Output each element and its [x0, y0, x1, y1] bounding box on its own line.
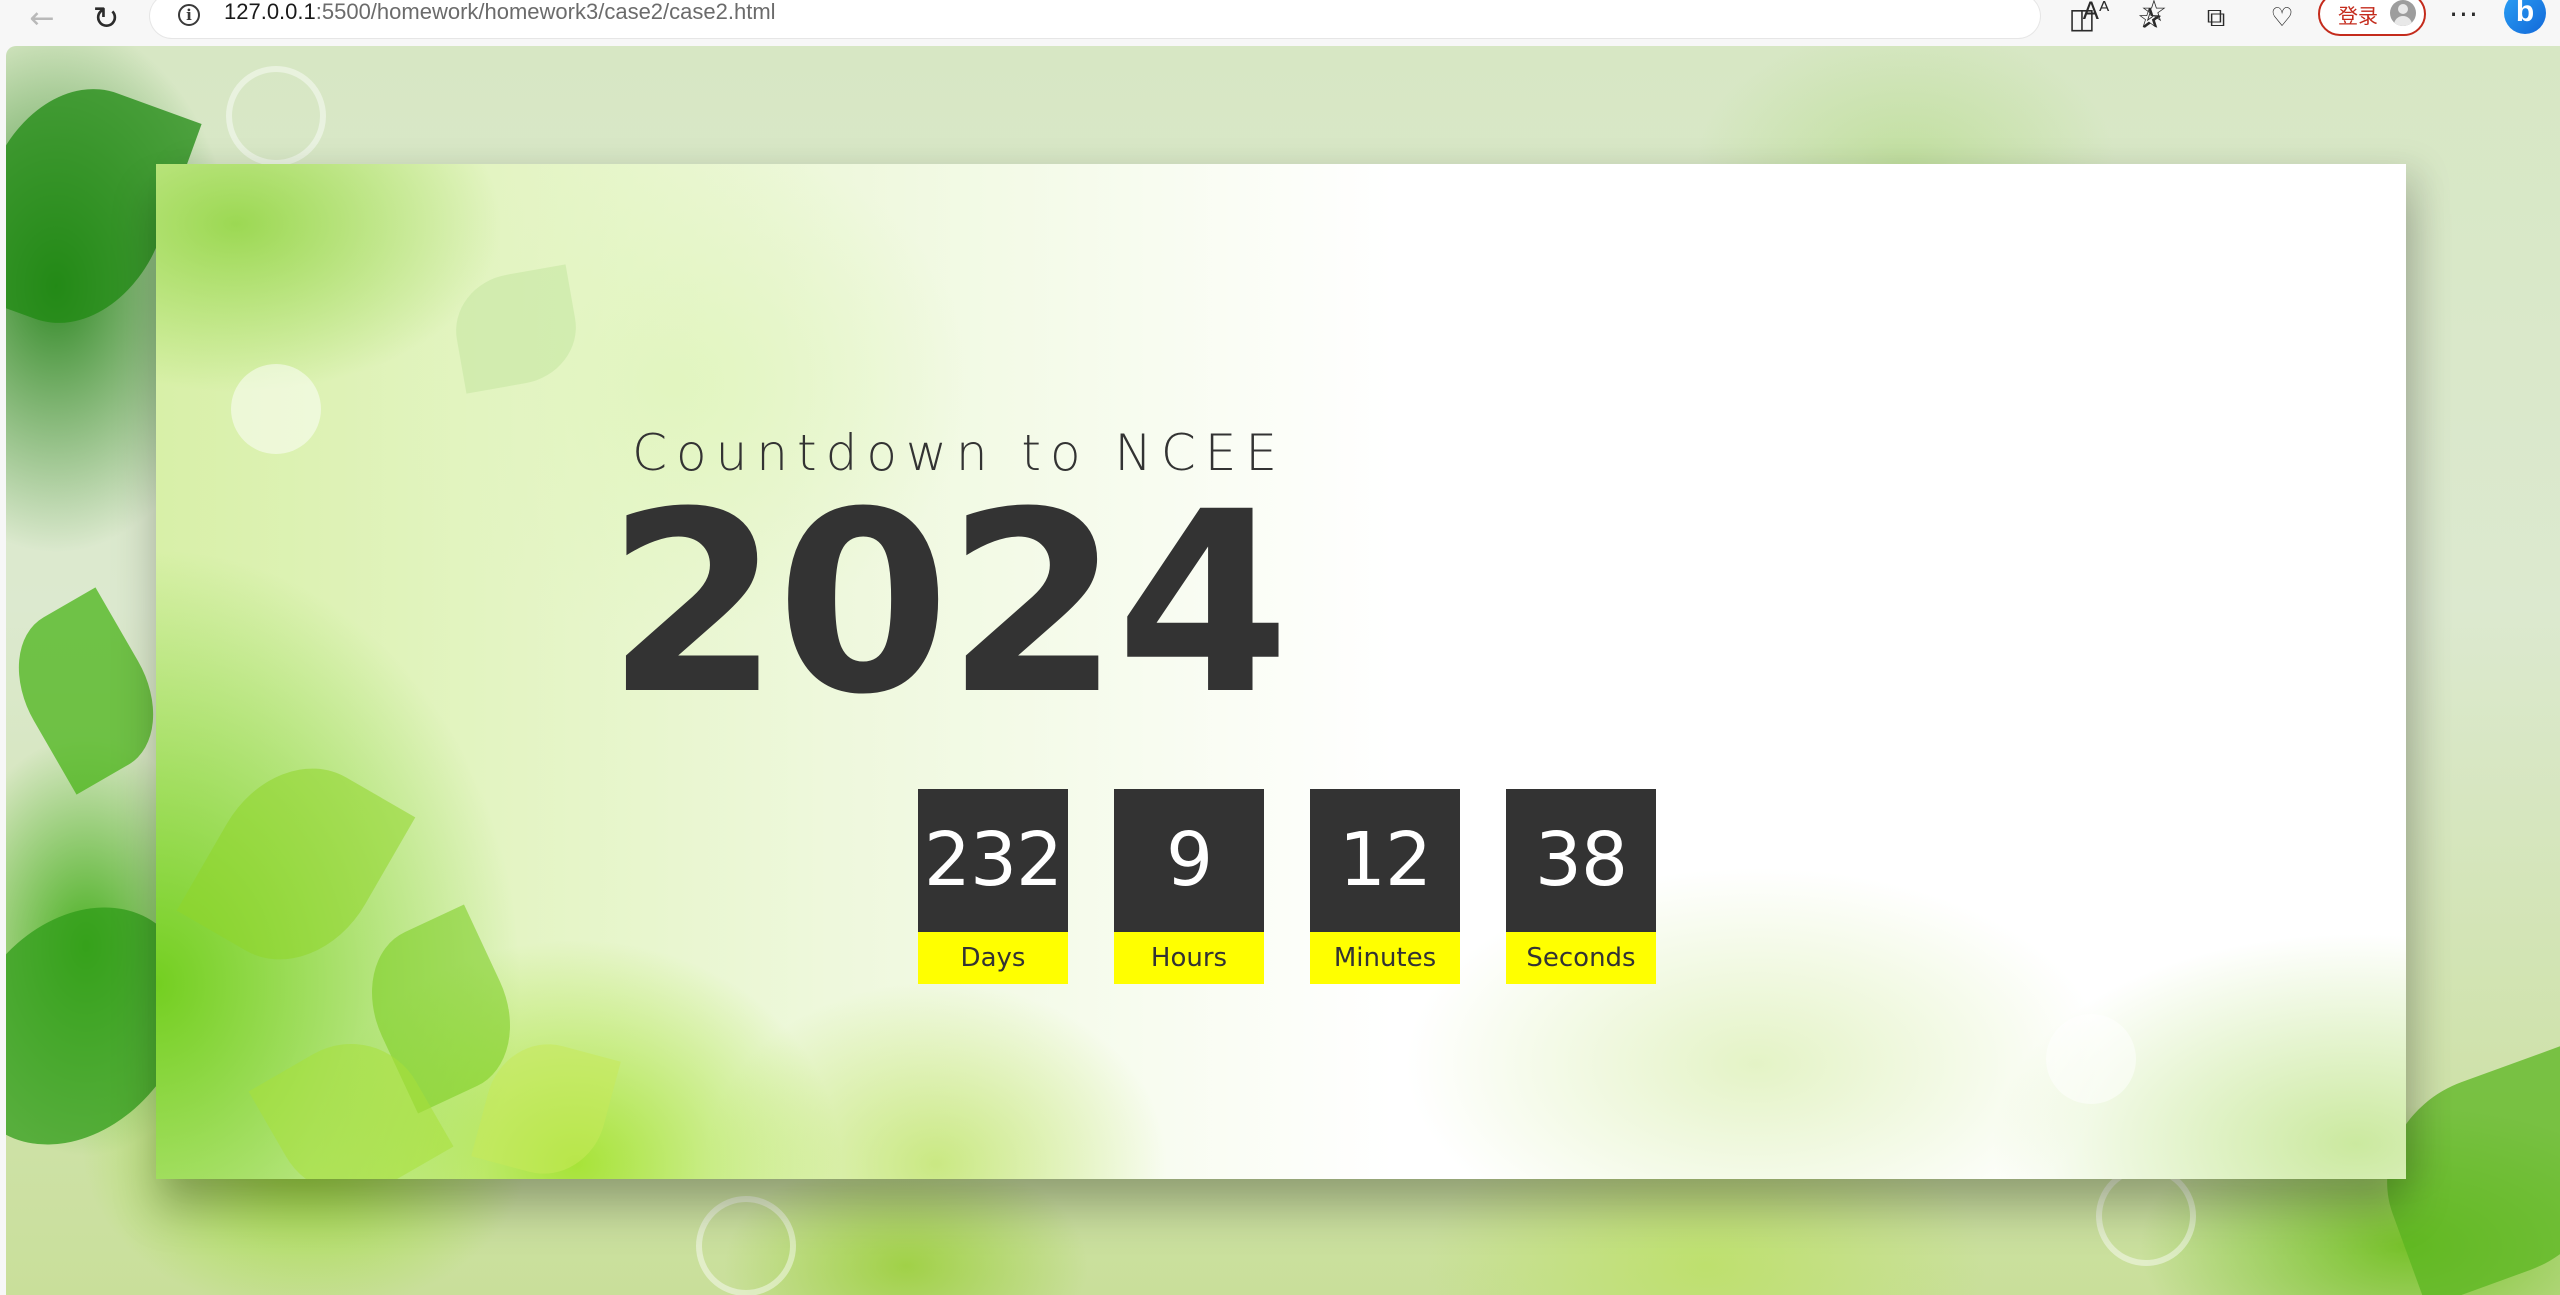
refresh-icon[interactable]: ↻ [86, 0, 126, 37]
hours-label: Hours [1114, 932, 1264, 984]
background-ring [2096, 1166, 2196, 1266]
url-host: 127.0.0.1 [224, 0, 316, 24]
page-viewport: Countdown to NCEE 2024 232 Days 9 Hours … [6, 46, 2560, 1295]
days-value: 232 [918, 789, 1068, 932]
countdown-card: Countdown to NCEE 2024 232 Days 9 Hours … [156, 164, 2406, 1179]
countdown-days: 232 Days [918, 789, 1068, 984]
countdown-content: Countdown to NCEE 2024 232 Days 9 Hours … [156, 164, 2406, 1179]
days-label: Days [918, 932, 1068, 984]
background-leaf [6, 587, 181, 795]
background-ring [696, 1196, 796, 1295]
login-button[interactable]: 登录 [2318, 0, 2426, 36]
browser-essentials-icon[interactable]: ♡ [2262, 0, 2302, 36]
countdown-hours: 9 Hours [1114, 789, 1264, 984]
seconds-label: Seconds [1506, 932, 1656, 984]
url-text[interactable]: 127.0.0.1:5500/homework/homework3/case2/… [224, 0, 776, 25]
seconds-value: 38 [1506, 789, 1656, 932]
address-bar[interactable]: i 127.0.0.1:5500/homework/homework3/case… [150, 0, 2167, 38]
countdown-minutes: 12 Minutes [1310, 789, 1460, 984]
url-path: :5500/homework/homework3/case2/case2.htm… [315, 0, 776, 24]
bing-copilot-icon[interactable]: b [2504, 0, 2546, 34]
back-icon[interactable]: ← [22, 0, 62, 36]
collections-icon[interactable]: ⧉ [2196, 0, 2236, 36]
hours-value: 9 [1114, 789, 1264, 932]
info-icon[interactable]: i [178, 4, 200, 26]
countdown-seconds: 38 Seconds [1506, 789, 1656, 984]
minutes-label: Minutes [1310, 932, 1460, 984]
avatar-icon [2390, 0, 2416, 26]
more-options-icon[interactable]: ··· [2444, 0, 2484, 32]
countdown-timer: 232 Days 9 Hours 12 Minutes 38 Seconds [918, 789, 1656, 984]
favorites-icon[interactable]: ✰ [2130, 0, 2170, 36]
browser-toolbar: ← ↻ i 127.0.0.1:5500/homework/homework3/… [0, 0, 2560, 46]
background-ring [226, 66, 326, 166]
login-label: 登录 [2338, 4, 2378, 28]
split-screen-icon[interactable]: ◫ [2062, 0, 2102, 36]
target-year: 2024 [606, 458, 1290, 749]
minutes-value: 12 [1310, 789, 1460, 932]
